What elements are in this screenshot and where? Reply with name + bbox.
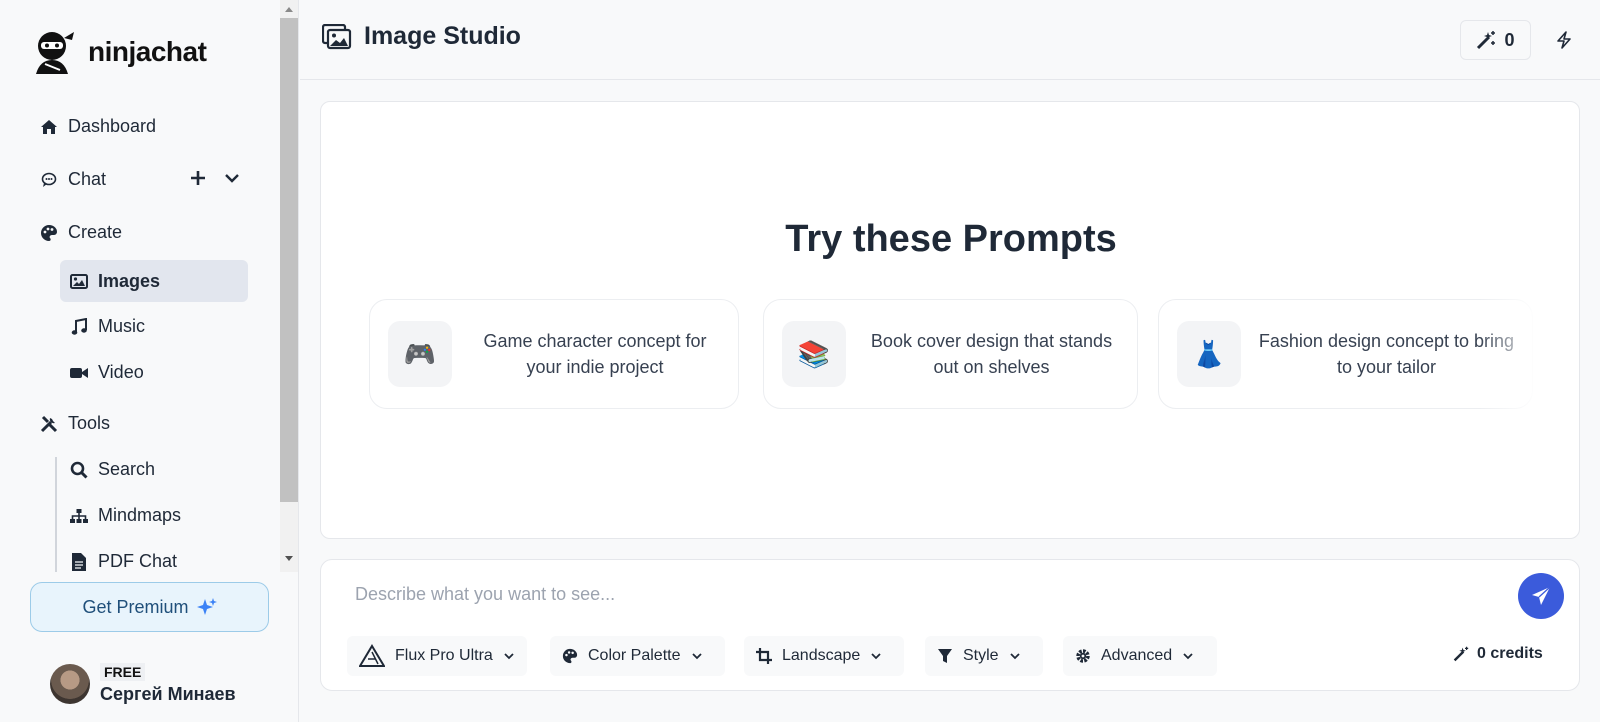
- file-icon: [70, 552, 88, 571]
- sidebar-item-tools[interactable]: Tools: [40, 413, 110, 434]
- sidebar-item-label: Create: [68, 222, 123, 242]
- sidebar-item-label: Search: [98, 459, 156, 479]
- user-name: Сергей Минаев: [100, 684, 236, 704]
- sidebar-item-pdf-chat[interactable]: PDF Chat: [70, 551, 177, 572]
- tools-icon: [40, 415, 58, 433]
- music-note-icon: [70, 317, 88, 336]
- scroll-down-arrow-icon[interactable]: [285, 556, 293, 561]
- sidebar-item-dashboard[interactable]: Dashboard: [40, 116, 156, 137]
- lightning-button[interactable]: [1550, 26, 1578, 54]
- sidebar-item-label: Images: [98, 270, 161, 291]
- flux-logo-icon: [359, 644, 385, 667]
- advanced-label: Advanced: [1101, 647, 1173, 664]
- books-icon: 📚: [782, 321, 846, 387]
- credits-label: 0 credits: [1477, 645, 1543, 662]
- scrollbar-thumb[interactable]: [280, 18, 298, 502]
- chevron-down-icon: [1183, 653, 1193, 660]
- plus-icon[interactable]: [190, 170, 206, 186]
- crop-icon: [756, 648, 772, 664]
- prompt-card-game-character[interactable]: 🎮 Game character concept for your indie …: [369, 299, 739, 409]
- avatar[interactable]: [50, 664, 90, 704]
- chevron-down-icon: [504, 653, 514, 660]
- chat-actions: [190, 170, 240, 186]
- logo-text: ninjachat: [88, 36, 207, 67]
- credit-count: 0: [1504, 29, 1515, 50]
- sidebar-item-create[interactable]: Create: [40, 222, 122, 243]
- sidebar-item-label: Video: [98, 362, 144, 382]
- tools-tree-line: [55, 457, 57, 572]
- palette-icon: [40, 224, 58, 242]
- sidebar-scroll-area: ninjachat Dashboard Chat Create Images M…: [0, 0, 280, 572]
- sparkles-icon: [196, 598, 217, 615]
- sidebar-item-label: Mindmaps: [98, 505, 182, 525]
- ninja-logo-icon: [36, 32, 74, 74]
- chevron-down-icon[interactable]: [224, 170, 240, 186]
- orientation-select[interactable]: Landscape: [744, 636, 904, 676]
- home-icon: [40, 118, 58, 136]
- prompt-composer: Flux Pro Ultra Color Palette Landscape S…: [320, 559, 1580, 691]
- sidebar-item-label: Music: [98, 316, 146, 336]
- prompt-suggestions-panel: Try these Prompts 🎮 Game character conce…: [320, 101, 1580, 539]
- filter-icon: [938, 649, 952, 663]
- carousel-fade: [1479, 298, 1539, 410]
- sidebar: ninjachat Dashboard Chat Create Images M…: [0, 0, 299, 722]
- scroll-up-arrow-icon[interactable]: [285, 7, 293, 12]
- color-palette-select[interactable]: Color Palette: [550, 636, 725, 676]
- premium-label: Get Premium: [82, 596, 189, 617]
- paper-plane-icon: [1532, 586, 1551, 605]
- sidebar-item-search[interactable]: Search: [70, 459, 155, 480]
- orientation-label: Landscape: [782, 647, 861, 664]
- page-title: Image Studio: [322, 22, 521, 51]
- prompt-input[interactable]: [355, 578, 1455, 610]
- chevron-down-icon: [691, 653, 702, 660]
- send-button[interactable]: [1518, 573, 1564, 619]
- credits-display: 0 credits: [1453, 645, 1543, 663]
- chat-bubble-icon: [40, 171, 58, 189]
- game-controller-icon: 🎮: [388, 321, 452, 387]
- style-select[interactable]: Style: [925, 636, 1043, 676]
- sidebar-scrollbar[interactable]: [280, 0, 298, 572]
- credits-button[interactable]: 0: [1460, 20, 1531, 60]
- sidebar-item-label: Dashboard: [68, 116, 157, 136]
- logo[interactable]: ninjachat: [30, 28, 207, 76]
- sidebar-item-chat[interactable]: Chat: [40, 169, 106, 190]
- sitemap-icon: [70, 507, 88, 525]
- sidebar-item-video[interactable]: Video: [70, 362, 144, 383]
- sidebar-item-images[interactable]: Images: [60, 260, 248, 302]
- palette-icon: [562, 648, 578, 664]
- magic-wand-icon: [1477, 31, 1496, 50]
- image-icon: [70, 272, 88, 290]
- magic-wand-icon: [1453, 646, 1469, 662]
- lightning-icon: [1557, 31, 1571, 49]
- sidebar-item-mindmaps[interactable]: Mindmaps: [70, 505, 181, 526]
- color-palette-label: Color Palette: [588, 647, 681, 664]
- advanced-select[interactable]: Advanced: [1063, 636, 1217, 676]
- get-premium-button[interactable]: Get Premium: [30, 582, 269, 632]
- sidebar-item-music[interactable]: Music: [70, 316, 145, 337]
- chevron-down-icon: [871, 653, 881, 660]
- model-select[interactable]: Flux Pro Ultra: [347, 636, 527, 676]
- chevron-down-icon: [1009, 653, 1020, 660]
- top-header: Image Studio 0: [300, 0, 1600, 80]
- prompt-card-fashion-design[interactable]: 👗 Fashion design concept to bring to you…: [1158, 299, 1533, 409]
- plan-badge: FREE: [100, 663, 146, 681]
- video-camera-icon: [70, 364, 88, 382]
- prompt-text: Game character concept for your indie pr…: [483, 331, 707, 377]
- prompt-text: Book cover design that stands out on she…: [870, 331, 1113, 377]
- prompts-heading: Try these Prompts: [785, 218, 1117, 260]
- prompt-card-book-cover[interactable]: 📚 Book cover design that stands out on s…: [763, 299, 1138, 409]
- search-icon: [70, 461, 88, 479]
- sidebar-item-label: Tools: [68, 413, 111, 433]
- user-profile[interactable]: FREE Сергей Минаев: [50, 663, 236, 705]
- page-title-text: Image Studio: [364, 22, 521, 50]
- dress-icon: 👗: [1177, 321, 1241, 387]
- sidebar-item-label: PDF Chat: [98, 551, 178, 571]
- gear-icon: [1076, 649, 1090, 663]
- images-icon: [322, 23, 352, 49]
- style-label: Style: [963, 647, 999, 664]
- model-label: Flux Pro Ultra: [395, 647, 493, 664]
- sidebar-item-label: Chat: [68, 169, 107, 189]
